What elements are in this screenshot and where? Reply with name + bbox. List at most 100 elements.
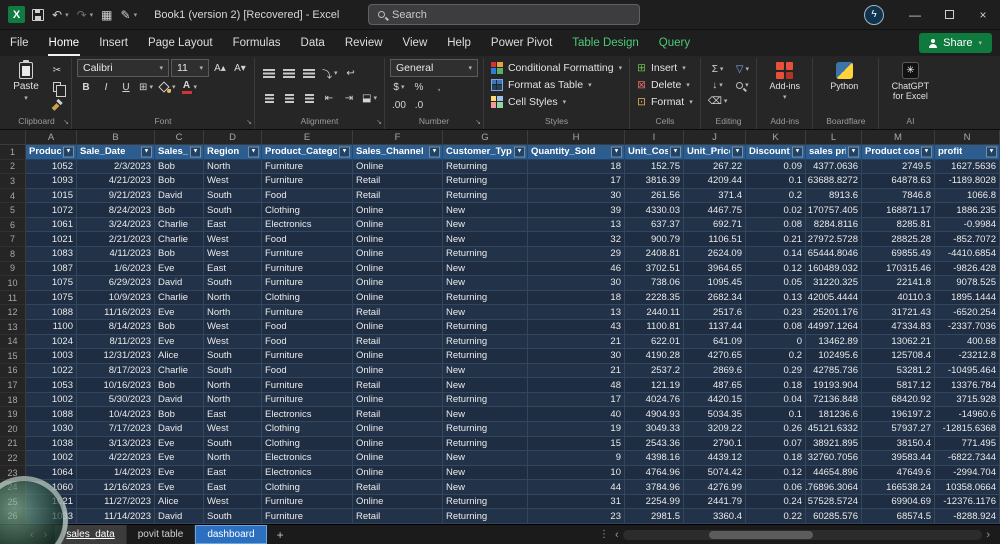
cell-A5[interactable]: 1072 bbox=[26, 203, 77, 218]
font-dialog-launcher[interactable]: ↘ bbox=[246, 118, 252, 126]
cell-H16[interactable]: 21 bbox=[528, 363, 625, 379]
filter-button[interactable]: ▼ bbox=[429, 146, 440, 158]
maximize-button[interactable] bbox=[932, 0, 966, 30]
sort-filter-button[interactable]: ▽ ▾ bbox=[733, 61, 751, 77]
cell-J15[interactable]: 4270.65 bbox=[684, 349, 746, 364]
cell-B4[interactable]: 9/21/2023 bbox=[77, 188, 155, 204]
cell-F4[interactable]: Retail bbox=[353, 188, 443, 204]
cell-K14[interactable]: 0 bbox=[746, 334, 806, 350]
quick-edit-icon[interactable]: ✎ bbox=[121, 8, 131, 22]
cell-B2[interactable]: 2/3/2023 bbox=[77, 159, 155, 175]
cell-E17[interactable]: Furniture bbox=[262, 378, 353, 393]
cell-H20[interactable]: 19 bbox=[528, 421, 625, 437]
row-header-19[interactable]: 19 bbox=[0, 407, 26, 422]
cell-E18[interactable]: Furniture bbox=[262, 392, 353, 408]
ribbon-tab-formulas[interactable]: Formulas bbox=[223, 30, 291, 56]
header-cell-sales-channel[interactable]: Sales_Channel ▼ bbox=[353, 145, 443, 160]
cell-J13[interactable]: 1137.44 bbox=[684, 319, 746, 335]
row-header-7[interactable]: 7 bbox=[0, 232, 26, 248]
row-header-15[interactable]: 15 bbox=[0, 349, 26, 364]
cell-M11[interactable]: 40110.3 bbox=[862, 290, 935, 306]
cell-K7[interactable]: 0.21 bbox=[746, 232, 806, 248]
cell-F17[interactable]: Retail bbox=[353, 378, 443, 393]
cell-L12[interactable]: 25201.176 bbox=[806, 305, 862, 320]
column-header-A[interactable]: A bbox=[26, 130, 77, 144]
cell-A10[interactable]: 1075 bbox=[26, 276, 77, 291]
cell-L11[interactable]: 42005.4444 bbox=[806, 290, 862, 306]
cell-D26[interactable]: South bbox=[204, 509, 262, 524]
cell-D18[interactable]: North bbox=[204, 392, 262, 408]
row-header-12[interactable]: 12 bbox=[0, 305, 26, 320]
cell-C17[interactable]: Bob bbox=[155, 378, 204, 393]
cell-J22[interactable]: 4439.12 bbox=[684, 451, 746, 466]
wrap-text-button[interactable]: ↩ bbox=[342, 65, 360, 81]
font-color-button[interactable]: A ▾ bbox=[180, 79, 200, 95]
cell-D15[interactable]: South bbox=[204, 349, 262, 364]
cell-B17[interactable]: 10/16/2023 bbox=[77, 378, 155, 393]
cell-J19[interactable]: 5034.35 bbox=[684, 407, 746, 422]
cell-L2[interactable]: 4377.0636 bbox=[806, 159, 862, 175]
cell-N3[interactable]: -1189.8028 bbox=[935, 174, 1000, 189]
cell-F25[interactable]: Online bbox=[353, 494, 443, 510]
cell-E6[interactable]: Electronics bbox=[262, 217, 353, 233]
cell-E14[interactable]: Food bbox=[262, 334, 353, 350]
python-button[interactable]: Python bbox=[818, 59, 870, 91]
ribbon-tab-table-design[interactable]: Table Design bbox=[562, 30, 648, 56]
cell-N24[interactable]: 10358.0664 bbox=[935, 480, 1000, 495]
row-header-2[interactable]: 2 bbox=[0, 159, 26, 175]
cell-styles-button[interactable]: Cell Styles ▾ bbox=[489, 93, 624, 110]
redo-caret-icon[interactable]: ▾ bbox=[90, 11, 94, 19]
cell-H14[interactable]: 21 bbox=[528, 334, 625, 350]
cell-C10[interactable]: David bbox=[155, 276, 204, 291]
header-cell-quantity-sold[interactable]: Quantity_Sold ▼ bbox=[528, 145, 625, 160]
cell-C5[interactable]: Bob bbox=[155, 203, 204, 218]
conditional-formatting-button[interactable]: Conditional Formatting ▾ bbox=[489, 59, 624, 76]
shrink-font-button[interactable]: A▾ bbox=[231, 60, 249, 76]
cell-L15[interactable]: 102495.6 bbox=[806, 349, 862, 364]
filter-button[interactable]: ▼ bbox=[670, 146, 681, 158]
cell-F26[interactable]: Retail bbox=[353, 509, 443, 524]
cell-E23[interactable]: Electronics bbox=[262, 465, 353, 481]
column-header-M[interactable]: M bbox=[862, 130, 935, 144]
header-cell-product-id[interactable]: Product_ID▼ bbox=[26, 145, 77, 160]
cell-N2[interactable]: 1627.5636 bbox=[935, 159, 1000, 175]
cell-E26[interactable]: Furniture bbox=[262, 509, 353, 524]
search-box[interactable]: Search bbox=[368, 4, 640, 25]
cell-B15[interactable]: 12/31/2023 bbox=[77, 349, 155, 364]
cell-J17[interactable]: 487.65 bbox=[684, 378, 746, 393]
filter-button[interactable]: ▼ bbox=[141, 146, 152, 158]
cell-C20[interactable]: David bbox=[155, 421, 204, 437]
cell-N17[interactable]: 13376.784 bbox=[935, 378, 1000, 393]
increase-indent-button[interactable]: ⇥ bbox=[340, 90, 358, 106]
cell-I5[interactable]: 4330.03 bbox=[625, 203, 684, 218]
cell-L4[interactable]: 8913.6 bbox=[806, 188, 862, 204]
cell-M2[interactable]: 2749.5 bbox=[862, 159, 935, 175]
cell-F12[interactable]: Retail bbox=[353, 305, 443, 320]
cell-E10[interactable]: Furniture bbox=[262, 276, 353, 291]
cell-D23[interactable]: East bbox=[204, 465, 262, 481]
cut-button[interactable]: ✂ bbox=[48, 62, 66, 78]
cell-G13[interactable]: Returning bbox=[443, 319, 528, 335]
share-button[interactable]: Share ▾ bbox=[919, 33, 992, 53]
cell-A17[interactable]: 1053 bbox=[26, 378, 77, 393]
cell-I16[interactable]: 2537.2 bbox=[625, 363, 684, 379]
cell-N12[interactable]: -6520.254 bbox=[935, 305, 1000, 320]
cell-C13[interactable]: Bob bbox=[155, 319, 204, 335]
cell-D25[interactable]: West bbox=[204, 494, 262, 510]
ribbon-tab-review[interactable]: Review bbox=[335, 30, 393, 56]
column-header-N[interactable]: N bbox=[935, 130, 1000, 144]
row-header-8[interactable]: 8 bbox=[0, 247, 26, 262]
cell-J21[interactable]: 2790.1 bbox=[684, 436, 746, 452]
cell-C12[interactable]: Eve bbox=[155, 305, 204, 320]
header-cell-sales-rep[interactable]: Sales_Rep▼ bbox=[155, 145, 204, 160]
cell-K25[interactable]: 0.24 bbox=[746, 494, 806, 510]
cell-M4[interactable]: 7846.8 bbox=[862, 188, 935, 204]
cell-J20[interactable]: 3209.22 bbox=[684, 421, 746, 437]
cell-L13[interactable]: 44997.1264 bbox=[806, 319, 862, 335]
cell-G12[interactable]: New bbox=[443, 305, 528, 320]
header-cell-sales-price[interactable]: sales price▼ bbox=[806, 145, 862, 160]
header-cell-unit-cost[interactable]: Unit_Cost▼ bbox=[625, 145, 684, 160]
cell-K6[interactable]: 0.08 bbox=[746, 217, 806, 233]
cell-I9[interactable]: 3702.51 bbox=[625, 261, 684, 277]
autosum-button[interactable]: Σ ▾ bbox=[706, 61, 730, 77]
